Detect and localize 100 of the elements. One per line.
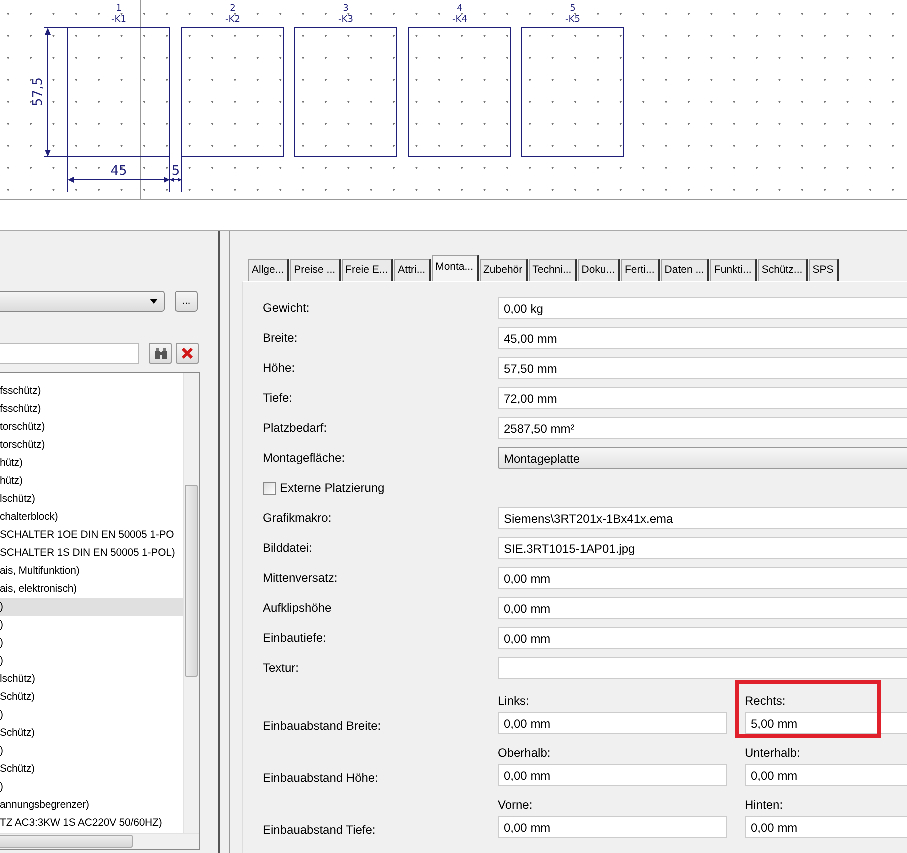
component-tag: -K1 [112, 15, 126, 25]
input-field[interactable] [498, 657, 907, 679]
component-number: 5 [570, 4, 576, 14]
list-item[interactable]: torschütz) [0, 436, 183, 454]
tab[interactable]: Preise ... [290, 259, 341, 281]
caret-icon [150, 298, 158, 304]
vertical-scrollbar[interactable] [183, 373, 199, 834]
input-field[interactable]: 5,00 mm [745, 712, 907, 734]
field-label: Einbauabstand Höhe: [263, 771, 380, 787]
find-button[interactable] [149, 342, 172, 364]
field-label: Aufklipshöhe [263, 601, 333, 615]
list-item[interactable]: TZ AC3:3KW 1S AC220V 50/60HZ) [0, 814, 183, 832]
input-field[interactable]: 0,00 mm [498, 764, 727, 786]
scrollbar-thumb[interactable] [185, 485, 198, 677]
component-number: 1 [116, 4, 122, 14]
component-number: 4 [457, 4, 463, 14]
tab[interactable]: SPS [808, 259, 839, 281]
list-item[interactable]: hütz) [0, 472, 183, 490]
field-label: Oberhalb: [498, 745, 552, 762]
input-field[interactable]: 0,00 mm [745, 764, 907, 786]
list-item[interactable]: lschütz) [0, 490, 183, 508]
list-item[interactable]: annungsbegrenzer) [0, 796, 183, 814]
field-label: Tiefe: [263, 391, 294, 405]
dropdown[interactable]: Montageplatte [498, 447, 907, 469]
list-item[interactable]: chalterblock) [0, 508, 183, 526]
dimension-label: 5 [172, 164, 180, 179]
list-item[interactable]: ) [0, 598, 183, 616]
input-field[interactable]: 0,00 mm [498, 627, 907, 649]
clear-button[interactable] [176, 342, 199, 364]
list-item[interactable]: Schütz) [0, 688, 183, 706]
dropdown[interactable] [0, 290, 165, 312]
field-label: Höhe: [263, 361, 296, 375]
input-field[interactable]: SIE.3RT1015-1AP01.jpg [498, 537, 907, 559]
list-item[interactable]: lschütz) [0, 670, 183, 688]
tab[interactable]: Freie E... [342, 259, 394, 281]
list-item[interactable]: ) [0, 706, 183, 724]
splitter-bar[interactable] [218, 231, 230, 853]
field-label: Einbauabstand Breite: [263, 719, 382, 735]
input-field[interactable]: 57,50 mm [498, 357, 907, 379]
tab[interactable]: Monta... [432, 255, 479, 281]
list-item[interactable]: ais, elektronisch) [0, 580, 183, 598]
field-label: Hinten: [745, 797, 784, 814]
list-item[interactable]: Schütz) [0, 724, 183, 742]
input-field[interactable]: 0,00 mm [498, 816, 727, 838]
list-item[interactable]: hütz) [0, 454, 183, 472]
list-item[interactable]: ais, Multifunktion) [0, 562, 183, 580]
tab[interactable]: Attri... [394, 259, 431, 281]
tab[interactable]: Doku... [578, 259, 620, 281]
horizontal-scrollbar[interactable] [0, 833, 199, 849]
tab[interactable]: Allge... [248, 259, 290, 281]
field-label: Links: [498, 693, 530, 710]
component-number: 2 [230, 4, 236, 14]
field-label: Unterhalb: [745, 745, 802, 762]
list-item[interactable]: ) [0, 634, 183, 652]
input-field[interactable]: 2587,50 mm² [498, 417, 907, 439]
list-item[interactable]: ) [0, 652, 183, 670]
component-tag: -K3 [338, 15, 354, 25]
close-icon [182, 348, 193, 358]
list-item[interactable]: SCHALTER 1OE DIN EN 50005 1-PO [0, 526, 183, 544]
field-label: Gewicht: [263, 301, 311, 315]
input-field[interactable]: 0,00 mm [498, 597, 907, 619]
input-field[interactable]: Siemens\3RT201x-1Bx41x.ema [498, 507, 907, 529]
tab[interactable]: Funkti... [710, 259, 757, 281]
field-label: Vorne: [498, 797, 534, 814]
tab[interactable]: Daten ... [660, 259, 710, 281]
tab[interactable]: Ferti... [621, 259, 660, 281]
checkbox[interactable] [263, 482, 276, 494]
list-item[interactable]: fsschütz) [0, 400, 183, 418]
tab[interactable]: Schütz... [758, 259, 808, 281]
list-item[interactable]: Schütz) [0, 760, 183, 778]
input-field[interactable]: 45,00 mm [498, 327, 907, 349]
tab[interactable]: Techni... [528, 259, 577, 281]
list-item[interactable]: ) [0, 616, 183, 634]
field-label: Breite: [263, 331, 299, 345]
input-field[interactable]: 0,00 kg [498, 297, 907, 319]
field-label: Grafikmakro: [263, 511, 333, 525]
component-tag: -K2 [226, 15, 240, 25]
list-item[interactable]: ) [0, 742, 183, 760]
browse-button[interactable]: ... [175, 290, 198, 312]
checkbox-label: Externe Platzierung [280, 481, 385, 495]
field-label: Einbauabstand Tiefe: [263, 823, 377, 839]
list-item[interactable]: ) [0, 778, 183, 796]
field-label: Mittenversatz: [263, 571, 339, 585]
field-label: Einbautiefe: [263, 631, 328, 645]
component-number: 3 [343, 4, 349, 14]
field-label: Bilddatei: [263, 541, 314, 555]
input-field[interactable]: 0,00 mm [745, 816, 907, 838]
component-tag: -K4 [452, 15, 468, 25]
search-field[interactable] [0, 342, 139, 364]
field-label: Montagefläche: [263, 451, 346, 465]
input-field[interactable]: 0,00 mm [498, 567, 907, 589]
list-item[interactable]: SCHALTER 1S DIN EN 50005 1-POL) [0, 544, 183, 562]
field-label: Rechts: [745, 693, 787, 710]
scrollbar-thumb[interactable] [0, 835, 133, 848]
tab[interactable]: Zubehör [480, 259, 528, 281]
input-field[interactable]: 0,00 mm [498, 712, 727, 734]
list-item[interactable]: fsschütz) [0, 382, 183, 400]
input-field[interactable]: 72,00 mm [498, 387, 907, 409]
field-label: Textur: [263, 661, 300, 675]
list-item[interactable]: torschütz) [0, 418, 183, 436]
